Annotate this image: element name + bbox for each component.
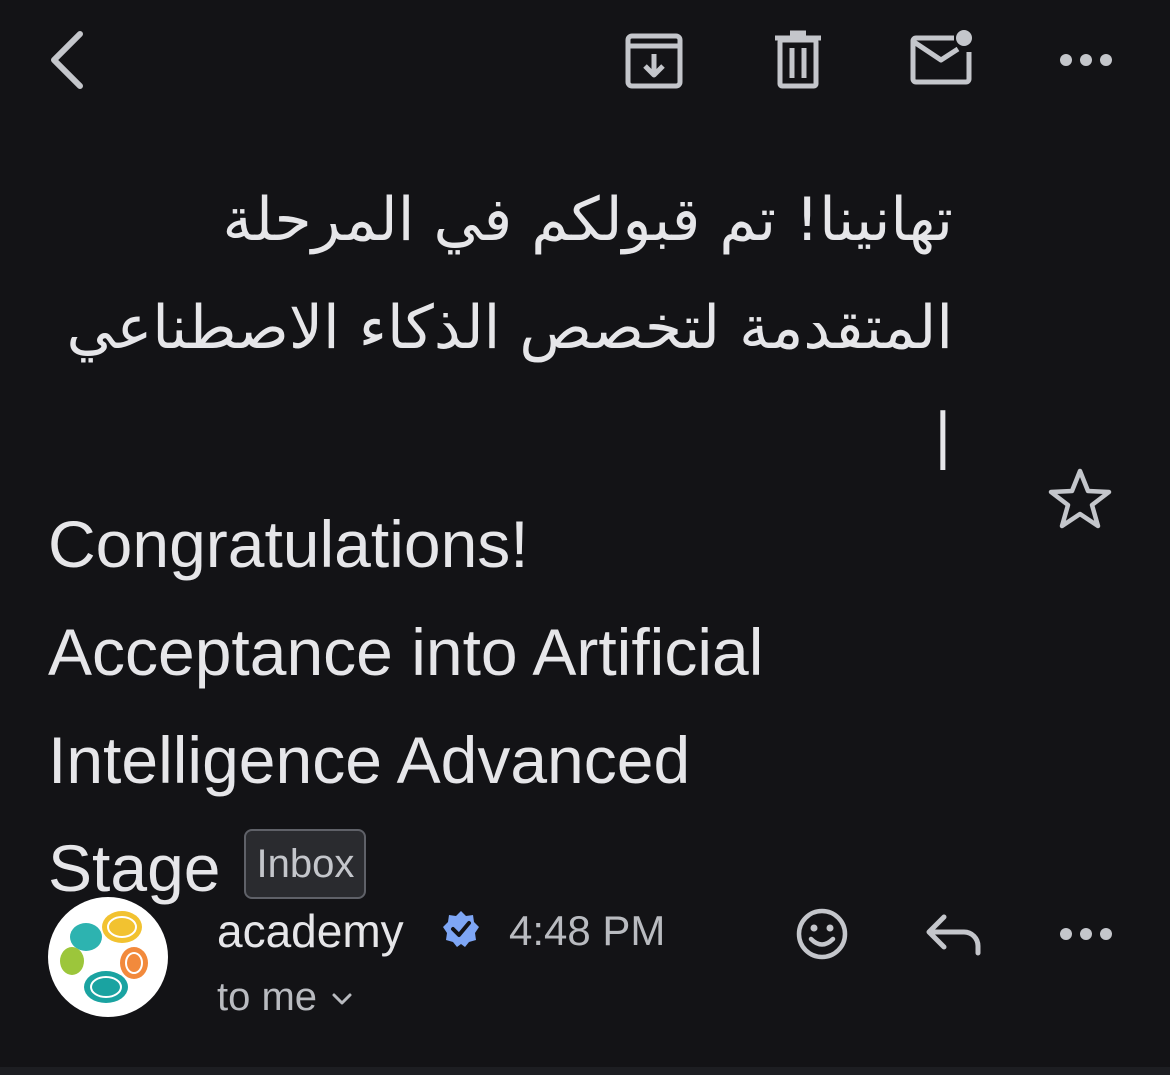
subject-english-line: Congratulations! — [48, 507, 529, 581]
archive-button[interactable] — [624, 32, 684, 92]
subject-english: Congratulations! Acceptance into Artific… — [48, 490, 998, 922]
inbox-label-chip[interactable]: Inbox — [244, 828, 367, 899]
bottom-divider — [0, 1067, 1170, 1075]
subject-english-line: Intelligence Advanced — [48, 723, 691, 797]
email-subject: تهانينا! تم قبولكم في المرحلة المتقدمة ل… — [48, 162, 998, 922]
verified-badge-icon — [441, 909, 481, 953]
more-horizontal-icon — [1060, 54, 1112, 66]
star-outline-icon — [1048, 468, 1112, 529]
chevron-left-icon — [51, 31, 83, 89]
add-reaction-button[interactable] — [794, 906, 850, 962]
sender-row: academy 4:48 PM to me — [0, 895, 1170, 1025]
message-more-button[interactable] — [1058, 922, 1114, 946]
more-options-button[interactable] — [1058, 48, 1114, 72]
back-button[interactable] — [40, 26, 96, 94]
chevron-down-icon — [331, 967, 353, 1019]
emoji-reaction-icon — [796, 908, 848, 960]
received-time: 4:48 PM — [509, 907, 666, 954]
archive-icon — [625, 33, 683, 89]
reply-button[interactable] — [924, 911, 984, 957]
reply-icon — [926, 914, 981, 956]
star-button[interactable] — [1046, 466, 1114, 536]
academy-logo-icon — [60, 911, 148, 1003]
sender-name[interactable]: academy — [217, 903, 404, 959]
trash-icon — [775, 30, 821, 89]
subject-english-line: Acceptance into Artificial — [48, 615, 764, 689]
mark-unread-button[interactable] — [910, 28, 976, 88]
delete-button[interactable] — [772, 30, 824, 90]
mail-unread-icon — [910, 30, 972, 85]
sender-avatar[interactable] — [48, 897, 168, 1017]
recipient-label: to me — [217, 975, 318, 1019]
more-horizontal-icon — [1060, 928, 1112, 940]
subject-arabic: تهانينا! تم قبولكم في المرحلة المتقدمة ل… — [66, 185, 953, 471]
recipient-details-toggle[interactable]: to me — [217, 971, 353, 1025]
subject-english-line: Stage — [48, 831, 221, 905]
